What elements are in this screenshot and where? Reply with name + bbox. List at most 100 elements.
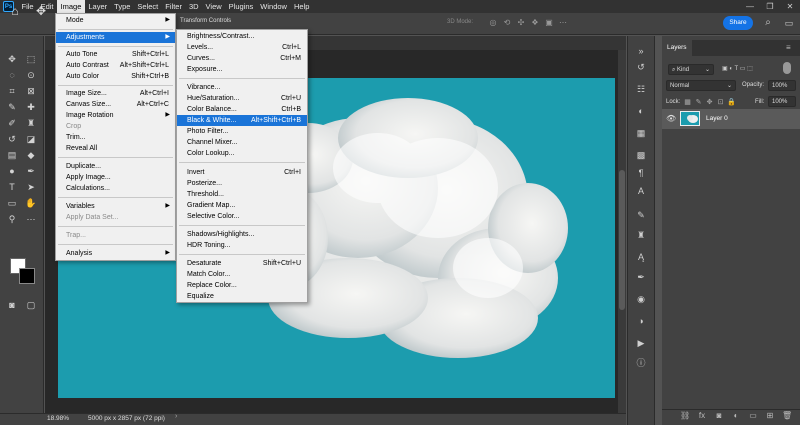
glyphs-icon[interactable]: Ą bbox=[634, 250, 648, 264]
menu-item-image-size[interactable]: Image Size... Alt+Ctrl+I bbox=[56, 88, 175, 99]
menu-help[interactable]: Help bbox=[290, 0, 312, 13]
gradient-tool-icon[interactable]: ▤ bbox=[5, 148, 19, 162]
restore-icon[interactable]: ❐ bbox=[760, 0, 780, 13]
zoom-level[interactable]: 18.98% bbox=[47, 415, 69, 422]
move-tool-icon[interactable]: ✥ bbox=[34, 4, 48, 18]
menu-item-photo-filter[interactable]: Photo Filter... bbox=[177, 126, 307, 137]
path-select-tool-icon[interactable]: ➤ bbox=[24, 180, 38, 194]
menu-item-exposure[interactable]: Exposure... bbox=[177, 64, 307, 75]
minimize-icon[interactable]: — bbox=[740, 0, 760, 13]
lock-paint-icon[interactable]: ✎ bbox=[694, 98, 703, 107]
menu-select[interactable]: Select bbox=[134, 0, 162, 13]
menu-item-trim[interactable]: Trim... bbox=[56, 132, 175, 143]
status-menu-icon[interactable]: › bbox=[175, 413, 177, 420]
blend-mode-select[interactable]: Normal ⌄ bbox=[666, 80, 736, 91]
3d-roll-icon[interactable]: ⟲ bbox=[502, 18, 512, 27]
lasso-tool-icon[interactable]: ◌ bbox=[5, 68, 19, 82]
filter-toggle[interactable] bbox=[783, 62, 791, 74]
swatches-icon[interactable]: ▩ bbox=[634, 148, 648, 162]
move-tool-icon[interactable]: ✥ bbox=[5, 52, 19, 66]
3d-orbit-icon[interactable]: ◎ bbox=[488, 18, 498, 27]
3d-camera-icon[interactable]: ▣ bbox=[544, 18, 554, 27]
actions-icon[interactable]: ▶ bbox=[634, 336, 648, 350]
menu-view[interactable]: View bbox=[202, 0, 225, 13]
menu-item-variables[interactable]: Variables ▶ bbox=[56, 201, 175, 212]
clone-source-icon[interactable]: ♜ bbox=[634, 228, 648, 242]
menu-item-match-color[interactable]: Match Color... bbox=[177, 269, 307, 280]
pen-tool-icon[interactable]: ✒ bbox=[24, 164, 38, 178]
styles-icon[interactable]: ◑ bbox=[634, 314, 648, 328]
menu-item-auto-tone[interactable]: Auto Tone Shift+Ctrl+L bbox=[56, 49, 175, 60]
layers-tab[interactable]: Layers bbox=[662, 40, 692, 56]
transform-controls-label[interactable]: Transform Controls bbox=[180, 18, 231, 24]
collapse-panels-icon[interactable]: » bbox=[634, 44, 648, 58]
menu-plugins[interactable]: Plugins bbox=[225, 0, 257, 13]
menu-item-gradient-map[interactable]: Gradient Map... bbox=[177, 200, 307, 211]
workspace-icon[interactable]: ▭ bbox=[783, 17, 795, 29]
menu-item-adjustments[interactable]: Adjustments ▶ bbox=[56, 32, 175, 43]
menu-image[interactable]: Image bbox=[57, 0, 85, 13]
filter-kind-select[interactable]: ⌕ Kind ⌄ bbox=[668, 64, 714, 75]
more-icon[interactable]: ⋯ bbox=[558, 18, 568, 27]
menu-3d[interactable]: 3D bbox=[185, 0, 202, 13]
menu-item-calculations[interactable]: Calculations... bbox=[56, 183, 175, 194]
zoom-tool-icon[interactable]: ⚲ bbox=[5, 212, 19, 226]
menu-item-mode[interactable]: Mode ▶ bbox=[56, 15, 175, 26]
menu-item-curves[interactable]: Curves... Ctrl+M bbox=[177, 53, 307, 64]
menu-item-threshold[interactable]: Threshold... bbox=[177, 189, 307, 200]
menu-item-brightness-contrast[interactable]: Brightness/Contrast... bbox=[177, 31, 307, 42]
screen-mode-icon[interactable]: ▢ bbox=[24, 298, 38, 312]
menu-item-hdr-toning[interactable]: HDR Toning... bbox=[177, 240, 307, 251]
opacity-input[interactable]: 100% bbox=[768, 80, 796, 91]
brushes-icon[interactable]: ✎ bbox=[634, 208, 648, 222]
edit-toolbar-icon[interactable]: ⋯ bbox=[24, 212, 38, 226]
menu-item-color-lookup[interactable]: Color Lookup... bbox=[177, 148, 307, 159]
menu-item-black-white[interactable]: Black & White... Alt+Shift+Ctrl+B bbox=[177, 115, 307, 126]
menu-item-canvas-size[interactable]: Canvas Size... Alt+Ctrl+C bbox=[56, 99, 175, 110]
adjustments-icon[interactable]: ◐ bbox=[634, 104, 648, 118]
lock-position-icon[interactable]: ✥ bbox=[705, 98, 714, 107]
link-layers-icon[interactable]: ⛓ bbox=[680, 411, 690, 421]
info-icon[interactable]: ⓘ bbox=[634, 356, 648, 370]
menu-item-hue-saturation[interactable]: Hue/Saturation... Ctrl+U bbox=[177, 93, 307, 104]
layer-style-icon[interactable]: fx bbox=[697, 411, 707, 421]
hand-tool-icon[interactable]: ✋ bbox=[24, 196, 38, 210]
history-brush-icon[interactable]: ↺ bbox=[5, 132, 19, 146]
menu-item-levels[interactable]: Levels... Ctrl+L bbox=[177, 42, 307, 53]
menu-item-reveal-all[interactable]: Reveal All bbox=[56, 143, 175, 154]
share-button[interactable]: Share bbox=[723, 16, 753, 30]
type-tool-icon[interactable]: T bbox=[5, 180, 19, 194]
close-icon[interactable]: ✕ bbox=[780, 0, 800, 13]
menu-item-color-balance[interactable]: Color Balance... Ctrl+B bbox=[177, 104, 307, 115]
menu-window[interactable]: Window bbox=[257, 0, 291, 13]
menu-item-selective-color[interactable]: Selective Color... bbox=[177, 211, 307, 222]
blur-tool-icon[interactable]: ◆ bbox=[24, 148, 38, 162]
new-layer-icon[interactable]: ⊞ bbox=[765, 411, 775, 421]
menu-item-analysis[interactable]: Analysis ▶ bbox=[56, 248, 175, 259]
new-adjustment-icon[interactable]: ◐ bbox=[731, 411, 741, 421]
layer-name[interactable]: Layer 0 bbox=[706, 115, 728, 122]
quick-mask-icon[interactable]: ◙ bbox=[5, 298, 19, 312]
search-icon[interactable]: ⌕ bbox=[762, 17, 774, 29]
visibility-eye-icon[interactable]: 👁 bbox=[666, 114, 676, 123]
shape-tool-icon[interactable]: ▭ bbox=[5, 196, 19, 210]
menu-layer[interactable]: Layer bbox=[85, 0, 111, 13]
menu-item-posterize[interactable]: Posterize... bbox=[177, 178, 307, 189]
scrollbar-thumb[interactable] bbox=[619, 170, 625, 310]
frame-tool-icon[interactable]: ⊠ bbox=[24, 84, 38, 98]
lock-pixels-icon[interactable]: ▦ bbox=[683, 98, 692, 107]
3d-slide-icon[interactable]: ❖ bbox=[530, 18, 540, 27]
libraries-icon[interactable]: ▦ bbox=[634, 126, 648, 140]
add-mask-icon[interactable]: ◙ bbox=[714, 411, 724, 421]
character-icon[interactable]: A bbox=[634, 184, 648, 198]
properties-icon[interactable]: ☷ bbox=[634, 82, 648, 96]
lock-artboard-icon[interactable]: ⊡ bbox=[716, 98, 725, 107]
stamp-tool-icon[interactable]: ♜ bbox=[24, 116, 38, 130]
menu-item-invert[interactable]: Invert Ctrl+I bbox=[177, 167, 307, 178]
paths-icon[interactable]: ✒ bbox=[634, 270, 648, 284]
delete-layer-icon[interactable]: 🗑 bbox=[782, 411, 792, 421]
brush-tool-icon[interactable]: ✐ bbox=[5, 116, 19, 130]
history-icon[interactable]: ↺ bbox=[634, 60, 648, 74]
menu-item-auto-contrast[interactable]: Auto Contrast Alt+Shift+Ctrl+L bbox=[56, 60, 175, 71]
menu-item-vibrance[interactable]: Vibrance... bbox=[177, 82, 307, 93]
